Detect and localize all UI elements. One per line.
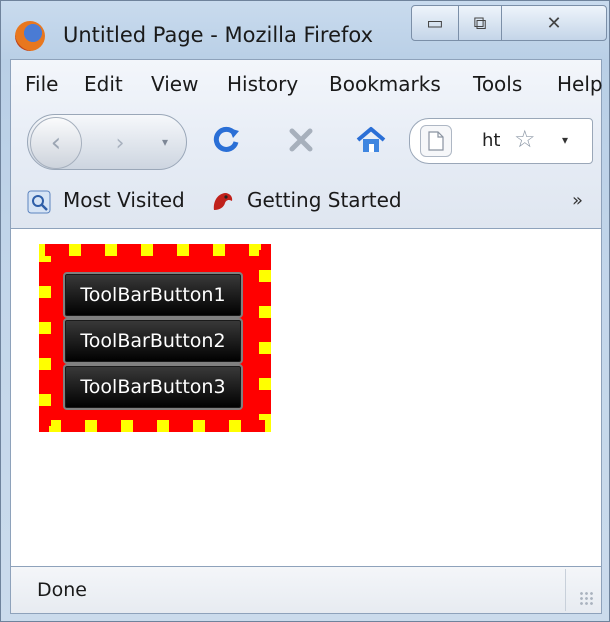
bookmark-star-icon[interactable]: ☆ xyxy=(514,125,536,153)
url-text: ht xyxy=(482,130,501,151)
url-bar[interactable]: ht ☆ ▾ xyxy=(409,118,593,164)
reload-icon xyxy=(213,126,239,152)
status-separator xyxy=(565,569,566,611)
most-visited-icon xyxy=(27,190,51,214)
bookmarks-toolbar: Most Visited Getting Started » xyxy=(11,176,601,228)
close-icon: ✕ xyxy=(546,12,562,34)
menu-file[interactable]: File xyxy=(25,72,58,96)
menu-view[interactable]: View xyxy=(151,72,198,96)
toolbar-panel: ToolBarButton1 ToolBarButton2 ToolBarBut… xyxy=(39,244,271,432)
reload-button[interactable] xyxy=(207,120,247,160)
close-button[interactable]: ✕ xyxy=(501,5,607,41)
bookmark-getting-started[interactable]: Getting Started xyxy=(247,188,402,212)
firefox-logo-icon xyxy=(15,21,45,51)
back-arrow-icon: ‹ xyxy=(50,128,62,158)
status-bar: Done xyxy=(10,566,602,614)
getting-started-icon xyxy=(213,193,233,210)
chevron-down-icon: ▾ xyxy=(161,135,169,149)
navigation-toolbar: ‹ › ▾ ht ☆ ▾ xyxy=(11,108,601,176)
menu-bar: File Edit View History Bookmarks Tools H… xyxy=(11,60,603,108)
history-dropdown-button[interactable]: ▾ xyxy=(152,129,178,155)
bookmark-most-visited[interactable]: Most Visited xyxy=(63,188,185,212)
maximize-button[interactable]: ⧉ xyxy=(458,5,502,41)
browser-window: Untitled Page - Mozilla Firefox ▭ ⧉ ✕ Fi… xyxy=(0,0,610,622)
back-forward-group: ‹ › ▾ xyxy=(27,114,187,170)
maximize-icon: ⧉ xyxy=(473,12,487,34)
toolbar-button-2[interactable]: ToolBarButton2 xyxy=(63,318,243,364)
back-button[interactable]: ‹ xyxy=(30,117,82,169)
menu-bookmarks[interactable]: Bookmarks xyxy=(329,72,441,96)
bookmarks-overflow-button[interactable]: » xyxy=(572,190,583,211)
home-icon xyxy=(356,127,386,152)
status-text: Done xyxy=(37,579,87,601)
window-title: Untitled Page - Mozilla Firefox xyxy=(63,23,374,47)
minimize-button[interactable]: ▭ xyxy=(411,5,459,41)
toolbar-button-1[interactable]: ToolBarButton1 xyxy=(63,272,243,318)
page-icon xyxy=(420,125,452,157)
forward-button[interactable]: › xyxy=(102,125,138,161)
forward-arrow-icon: › xyxy=(115,130,125,156)
menu-history[interactable]: History xyxy=(227,72,298,96)
stop-icon xyxy=(289,128,313,152)
minimize-icon: ▭ xyxy=(426,12,444,34)
title-bar: Untitled Page - Mozilla Firefox ▭ ⧉ ✕ xyxy=(1,1,609,59)
document-icon xyxy=(428,131,444,151)
browser-chrome: File Edit View History Bookmarks Tools H… xyxy=(10,59,603,229)
home-button[interactable] xyxy=(351,120,391,160)
stop-button[interactable] xyxy=(281,120,321,160)
page-content: ToolBarButton1 ToolBarButton2 ToolBarBut… xyxy=(10,229,602,566)
toolbar-button-3[interactable]: ToolBarButton3 xyxy=(63,364,243,410)
url-dropdown-icon[interactable]: ▾ xyxy=(562,133,568,147)
menu-edit[interactable]: Edit xyxy=(84,72,123,96)
menu-tools[interactable]: Tools xyxy=(473,72,522,96)
window-controls: ▭ ⧉ ✕ xyxy=(411,5,607,41)
menu-help[interactable]: Help xyxy=(557,72,603,96)
resize-grip-icon[interactable] xyxy=(579,591,595,607)
